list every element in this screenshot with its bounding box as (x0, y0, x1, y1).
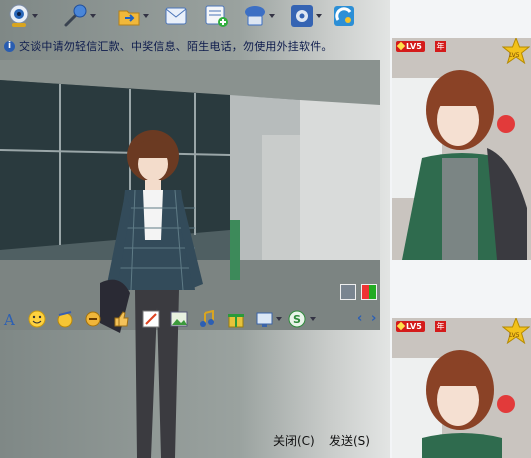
remote-assist-icon (245, 6, 265, 26)
chevron-left-icon[interactable]: ‹ (357, 312, 367, 325)
webcam-button[interactable] (8, 2, 38, 30)
send-button[interactable]: 发送(S) (329, 432, 370, 449)
star-label: LV5 (509, 52, 520, 59)
scribble-icon[interactable] (142, 310, 160, 328)
chevron-down-icon[interactable] (32, 14, 38, 18)
chevron-right-icon[interactable]: › (371, 312, 381, 325)
magic-emoticon-icon[interactable] (56, 310, 74, 328)
gift-icon[interactable] (227, 310, 245, 328)
level-badge: LV5 (396, 321, 425, 332)
close-button[interactable]: 关闭(C) (273, 432, 315, 449)
thumbs-up-icon[interactable] (112, 310, 130, 328)
apps-icon (334, 6, 354, 26)
notice-text: 交谈中请勿轻信汇款、中奖信息、陌生电话，勿使用外挂软件。 (19, 40, 333, 53)
sogou-input-icon[interactable]: S (288, 310, 306, 328)
emoticon-icon[interactable] (28, 310, 46, 328)
font-icon[interactable]: A (2, 310, 20, 328)
send-file-button[interactable] (117, 2, 149, 30)
settings-icon (291, 5, 313, 27)
format-toolbar: A S (0, 308, 390, 330)
star-icon: LV5 (502, 38, 530, 64)
send-message-icon (165, 7, 187, 25)
expand-view-icon[interactable] (340, 284, 356, 300)
chevron-down-icon[interactable] (316, 14, 322, 18)
send-file-icon (118, 10, 140, 26)
security-notice: i 交谈中请勿轻信汇款、中奖信息、陌生电话，勿使用外挂软件。 (4, 38, 384, 54)
chevron-down-icon[interactable] (269, 14, 275, 18)
info-icon: i (4, 40, 15, 52)
avatar-photo (392, 38, 531, 260)
year-vip-badge: 年 (435, 321, 446, 332)
star-icon: LV5 (502, 318, 530, 344)
settings-button[interactable] (290, 2, 322, 30)
layout-icon[interactable] (361, 284, 377, 300)
create-group-button[interactable] (205, 2, 229, 30)
chevron-down-icon[interactable] (143, 14, 149, 18)
webcam-icon (9, 4, 29, 27)
svg-text:S: S (293, 313, 301, 326)
chat-toolbar (0, 0, 390, 32)
svg-text:A: A (3, 311, 15, 328)
apps-button[interactable] (332, 2, 356, 30)
microphone-button[interactable] (62, 2, 96, 30)
create-group-icon (205, 5, 228, 27)
chevron-down-icon[interactable] (90, 14, 96, 18)
self-avatar[interactable]: LV5 年 LV5 (392, 318, 531, 458)
year-vip-badge: 年 (435, 41, 446, 52)
screenshot-icon[interactable] (256, 310, 274, 328)
level-badge: LV5 (396, 41, 425, 52)
send-message-button[interactable] (165, 2, 187, 30)
chevron-down-icon[interactable] (310, 317, 316, 321)
microphone-icon (64, 4, 87, 27)
star-label: LV5 (509, 332, 520, 339)
person-photo (100, 130, 203, 458)
chevron-down-icon[interactable] (276, 317, 282, 321)
contact-avatar[interactable]: LV5 年 LV5 (392, 38, 531, 260)
image-icon[interactable] (170, 310, 188, 328)
shake-icon[interactable] (84, 310, 102, 328)
music-icon[interactable] (198, 310, 216, 328)
remote-assist-button[interactable] (243, 2, 275, 30)
